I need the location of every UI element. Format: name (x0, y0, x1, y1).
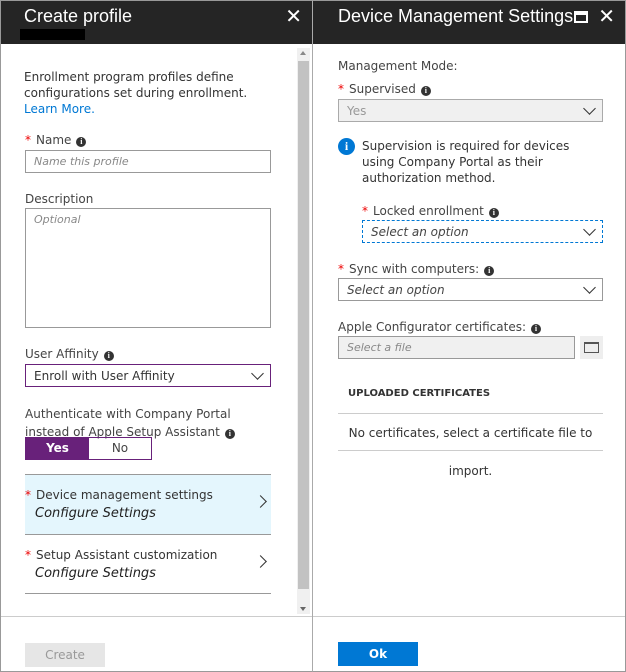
certificates-empty-row: No certificates, select a certificate fi… (338, 413, 603, 478)
redacted-subtitle (20, 29, 85, 40)
supervised-value: Yes (347, 104, 367, 118)
scroll-up-icon[interactable] (300, 51, 306, 55)
sync-text: Sync with computers: (349, 262, 480, 276)
user-affinity-select[interactable]: Enroll with User Affinity (25, 364, 271, 387)
locked-value: Select an option (371, 225, 469, 239)
nav-label: * Device management settings (25, 488, 213, 502)
user-affinity-label: User Affinity i (25, 347, 114, 361)
nav-label-text: Setup Assistant customization (36, 548, 218, 562)
info-icon[interactable]: i (531, 324, 542, 334)
close-icon[interactable]: ✕ (285, 4, 302, 28)
scroll-down-icon[interactable] (300, 607, 306, 611)
create-profile-panel: Create profile ✕ Enrollment program prof… (0, 0, 313, 672)
no-certs-text: No certificates, select a certificate fi… (348, 426, 593, 478)
name-input[interactable]: Name this profile (25, 150, 271, 173)
sync-label: * Sync with computers: i (338, 262, 495, 276)
cert-file-input[interactable]: Select a file (338, 336, 575, 359)
supervised-text: Supervised (349, 82, 416, 96)
nav-sub: Configure Settings (35, 506, 156, 521)
name-label: * Name i (25, 133, 87, 147)
locked-text: Locked enrollment (373, 204, 484, 218)
auth-label-text: Authenticate with Company Portal instead… (25, 407, 231, 439)
name-label-text: Name (36, 133, 72, 147)
info-circle-icon: i (338, 138, 355, 155)
locked-enrollment-select[interactable]: Select an option (362, 220, 603, 243)
management-mode-label: Management Mode: (338, 59, 458, 73)
info-icon[interactable]: i (420, 86, 431, 96)
description-label: Description (25, 192, 94, 206)
sync-value: Select an option (347, 283, 445, 297)
user-affinity-value: Enroll with User Affinity (34, 369, 175, 383)
panel-title: Device Management Settings (338, 6, 574, 26)
supervised-label: * Supervised i (338, 82, 431, 96)
info-icon[interactable]: i (76, 137, 87, 147)
panel-header: Device Management Settings ✕ (313, 1, 625, 44)
cert-text: Apple Configurator certificates: (338, 320, 527, 334)
learn-more-link[interactable]: Learn More. (24, 102, 95, 116)
chevron-right-icon (254, 495, 267, 508)
toggle-no[interactable]: No (89, 438, 151, 459)
user-affinity-text: User Affinity (25, 347, 99, 361)
nav-label-text: Device management settings (36, 488, 213, 502)
browse-folder-button[interactable] (580, 336, 603, 359)
supervision-info-text: Supervision is required for devices usin… (362, 139, 570, 185)
chevron-down-icon (251, 367, 264, 380)
sync-select[interactable]: Select an option (338, 278, 603, 301)
info-icon[interactable]: i (484, 266, 495, 276)
nav-device-management-settings[interactable]: * Device management settings Configure Se… (25, 474, 271, 534)
chevron-down-icon (583, 223, 596, 236)
footer-divider (1, 616, 312, 617)
chevron-down-icon (583, 281, 596, 294)
panel-header: Create profile ✕ (1, 1, 312, 44)
description-input[interactable]: Optional (25, 208, 271, 328)
cert-label: Apple Configurator certificates: i (338, 320, 542, 334)
nav-sub: Configure Settings (35, 566, 156, 581)
scrollbar-thumb[interactable] (298, 61, 309, 589)
footer-divider (313, 616, 625, 617)
info-icon[interactable]: i (103, 351, 114, 361)
uploaded-certificates-header: UPLOADED CERTIFICATES (348, 388, 491, 399)
toggle-yes[interactable]: Yes (26, 438, 89, 459)
auth-toggle[interactable]: Yes No (25, 437, 152, 460)
info-icon[interactable]: i (224, 429, 235, 439)
nav-label: * Setup Assistant customization (25, 548, 218, 562)
auth-label: Authenticate with Company Portal instead… (25, 405, 275, 441)
chevron-right-icon (254, 555, 267, 568)
folder-icon (584, 342, 599, 353)
panel-title: Create profile (24, 6, 133, 26)
close-icon[interactable]: ✕ (598, 4, 615, 28)
ok-button[interactable]: Ok (338, 642, 418, 666)
intro: Enrollment program profiles define confi… (24, 70, 248, 100)
chevron-down-icon (583, 102, 596, 115)
device-management-settings-panel: Device Management Settings ✕ Management … (313, 0, 626, 672)
info-icon[interactable]: i (488, 208, 499, 218)
supervised-select[interactable]: Yes (338, 99, 603, 122)
create-button[interactable]: Create (25, 643, 105, 667)
nav-setup-assistant-customization[interactable]: * Setup Assistant customization Configure… (25, 534, 271, 594)
scrollbar[interactable] (297, 48, 310, 614)
maximize-icon[interactable] (574, 11, 588, 23)
intro-text: Enrollment program profiles define confi… (24, 69, 269, 117)
locked-enrollment-label: * Locked enrollment i (362, 204, 499, 218)
